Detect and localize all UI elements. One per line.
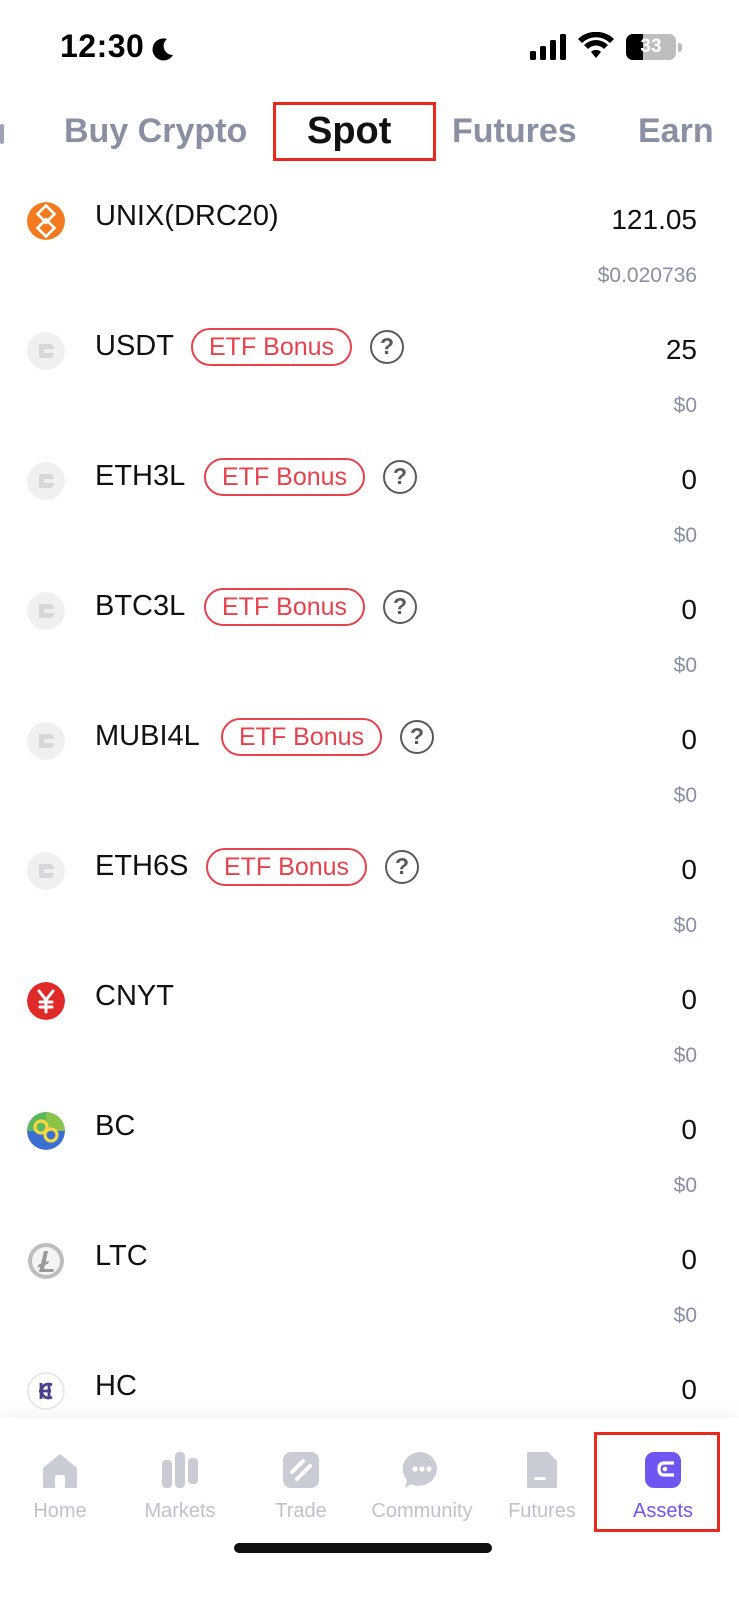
asset-name: BC (95, 1110, 136, 1142)
asset-row-hc[interactable]: HC 0 (0, 1350, 739, 1420)
asset-row-cnyt[interactable]: CNYT 0 $0 (0, 960, 739, 1090)
asset-amount: 25 (665, 334, 697, 365)
spot-tab-highlight (273, 102, 436, 161)
asset-amount: 121.05 (611, 204, 697, 235)
asset-name: USDT (95, 330, 174, 362)
help-icon[interactable]: ? (385, 850, 419, 884)
asset-amount: 0 (681, 854, 697, 885)
wifi-icon (578, 32, 614, 58)
nav-futures[interactable]: Futures (482, 1446, 602, 1546)
nav-label: Home (33, 1500, 87, 1522)
asset-name: MUBI4L (95, 720, 200, 752)
asset-usd-value: $0 (673, 524, 697, 547)
nav-label: Community (371, 1500, 473, 1522)
asset-row-unix[interactable]: UNIX(DRC20) 121.05 $0.020736 (0, 180, 739, 310)
placeholder-coin-icon (27, 592, 65, 630)
asset-name: CNYT (95, 980, 174, 1012)
help-icon[interactable]: ? (383, 460, 417, 494)
cnyt-coin-icon (27, 982, 65, 1020)
asset-usd-value: $0 (673, 1304, 697, 1327)
markets-icon (162, 1452, 198, 1488)
asset-amount: 0 (681, 594, 697, 625)
asset-row-eth3l[interactable]: ETH3L ETF Bonus ? 0 $0 (0, 440, 739, 570)
placeholder-coin-icon (27, 462, 65, 500)
asset-row-btc3l[interactable]: BTC3L ETF Bonus ? 0 $0 (0, 570, 739, 700)
asset-name: ETH3L (95, 460, 186, 492)
nav-label: Futures (508, 1500, 576, 1522)
asset-list: UNIX(DRC20) 121.05 $0.020736 USDT ETF Bo… (0, 180, 739, 1420)
unix-coin-icon (27, 202, 65, 240)
nav-label: Trade (275, 1500, 327, 1522)
asset-usd-value: $0 (673, 784, 697, 807)
nav-home[interactable]: Home (0, 1446, 120, 1546)
asset-row-ltc[interactable]: LTC 0 $0 (0, 1220, 739, 1350)
asset-amount: 0 (681, 464, 697, 495)
moon-icon (152, 38, 173, 61)
tab-buy-crypto[interactable]: Buy Crypto (64, 100, 247, 162)
asset-usd-value: $0 (673, 1174, 697, 1197)
battery-level: 33 (640, 36, 662, 57)
nav-trade[interactable]: Trade (241, 1446, 361, 1546)
etf-bonus-badge: ETF Bonus (204, 458, 366, 496)
asset-amount: 0 (681, 1244, 697, 1275)
asset-name: UNIX(DRC20) (95, 200, 279, 232)
asset-row-mubi4l[interactable]: MUBI4L ETF Bonus ? 0 $0 (0, 700, 739, 830)
asset-row-eth6s[interactable]: ETH6S ETF Bonus ? 0 $0 (0, 830, 739, 960)
nav-community[interactable]: Community (362, 1446, 482, 1546)
asset-usd-value: $0.020736 (597, 264, 697, 287)
tab-futures[interactable]: Futures (452, 100, 577, 162)
home-icon (43, 1454, 77, 1488)
asset-usd-value: $0 (673, 394, 697, 417)
asset-amount: 0 (681, 1374, 697, 1405)
trade-icon (283, 1452, 319, 1488)
asset-row-usdt[interactable]: USDT ETF Bonus ? 25 $0 (0, 310, 739, 440)
help-icon[interactable]: ? (383, 590, 417, 624)
etf-bonus-badge: ETF Bonus (206, 848, 368, 886)
asset-amount: 0 (681, 724, 697, 755)
asset-usd-value: $0 (673, 914, 697, 937)
ltc-coin-icon (28, 1243, 64, 1279)
community-icon (402, 1451, 437, 1488)
etf-bonus-badge: ETF Bonus (221, 718, 383, 756)
hc-coin-icon (27, 1372, 65, 1410)
asset-name: LTC (95, 1240, 148, 1272)
placeholder-coin-icon (27, 332, 65, 370)
asset-name: BTC3L (95, 590, 186, 622)
placeholder-coin-icon (27, 722, 65, 760)
futures-icon (527, 1452, 557, 1488)
asset-name: HC (95, 1370, 137, 1402)
etf-bonus-badge: ETF Bonus (191, 328, 353, 366)
status-time: 12:30 (60, 28, 145, 64)
bc-coin-icon (27, 1112, 65, 1150)
cellular-signal-icon (530, 34, 566, 60)
help-icon[interactable]: ? (400, 720, 434, 754)
asset-row-bc[interactable]: BC 0 $0 (0, 1090, 739, 1220)
asset-usd-value: $0 (673, 1044, 697, 1067)
asset-name: ETH6S (95, 850, 189, 882)
asset-amount: 0 (681, 984, 697, 1015)
help-icon[interactable]: ? (370, 330, 404, 364)
battery-icon: 33 (626, 34, 682, 60)
nav-label: Markets (144, 1500, 216, 1522)
tab-earn[interactable]: Earn (638, 100, 714, 162)
placeholder-coin-icon (27, 852, 65, 890)
asset-usd-value: $0 (673, 654, 697, 677)
asset-amount: 0 (681, 1114, 697, 1145)
etf-bonus-badge: ETF Bonus (204, 588, 366, 626)
assets-nav-highlight (594, 1432, 720, 1532)
home-indicator (234, 1543, 492, 1553)
status-bar: 12:30 33 (0, 0, 739, 96)
nav-markets[interactable]: Markets (120, 1446, 240, 1546)
